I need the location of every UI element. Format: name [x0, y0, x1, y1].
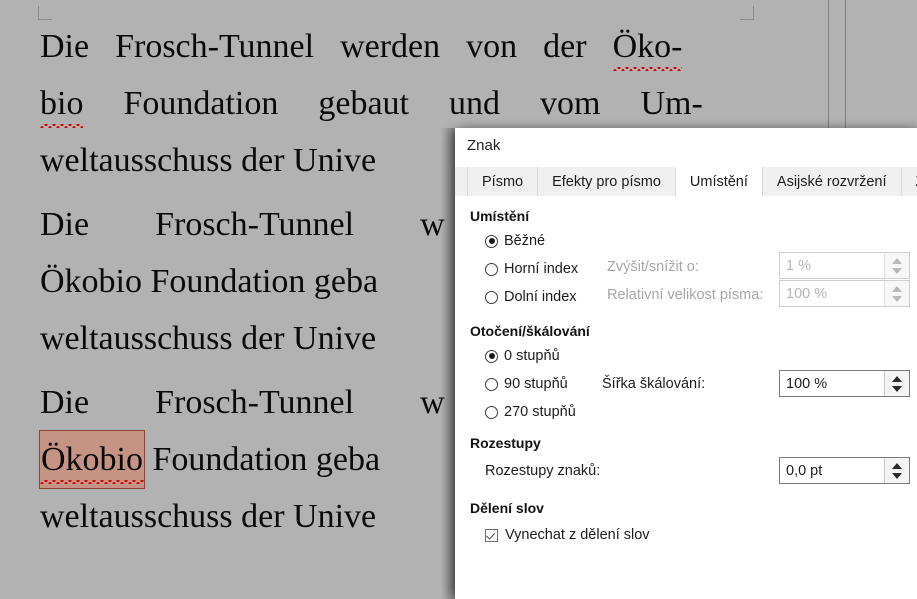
text-run: w: [420, 206, 445, 243]
group-title-hyphenation: Dělení slov: [470, 500, 544, 516]
label-raise-lower: Zvýšit/snížit o:: [607, 259, 699, 275]
checkbox-vynechat-z-deleni-slov[interactable]: Vynechat z dělení slov: [485, 527, 650, 543]
spinner-down-icon[interactable]: [885, 266, 909, 279]
dialog-titlebar[interactable]: Znak: [455, 128, 917, 167]
selected-word-okobio[interactable]: Ökobio: [39, 430, 145, 489]
spinner-buttons: [884, 458, 909, 483]
tab-label: Písmo: [482, 173, 524, 190]
text-run: werden: [340, 28, 441, 65]
text-run: Um-: [640, 85, 703, 122]
radio-label: Dolní index: [504, 289, 577, 305]
label-char-spacing: Rozestupy znaků:: [485, 463, 601, 479]
spinner-up-icon[interactable]: [885, 371, 909, 384]
radio-icon: [485, 377, 498, 391]
spinner-up-icon[interactable]: [885, 281, 909, 294]
radio-270-stupnu[interactable]: 270 stupňů: [485, 404, 576, 420]
label-relative-size: Relativní velikost písma:: [607, 287, 764, 303]
radio-icon: [485, 290, 498, 304]
group-title-rotation: Otočení/škálování: [470, 323, 590, 339]
text-run: Frosch-Tunnel: [115, 28, 315, 65]
paragraph-1-line-2: bio Foundation gebaut und vom Um-: [40, 75, 830, 132]
spinner-raise-lower[interactable]: 1 %: [779, 252, 910, 279]
spinner-value[interactable]: 100 %: [780, 281, 884, 306]
paragraph-1-line-1: Die Frosch-Tunnel werden von der Öko-: [40, 18, 830, 75]
radio-icon: [485, 349, 498, 363]
misspelled-word: bio: [40, 75, 84, 132]
spinner-buttons: [884, 371, 909, 396]
checkbox-icon: [485, 528, 498, 542]
spinner-value[interactable]: 100 %: [780, 371, 884, 396]
text-run: geba: [315, 441, 381, 478]
radio-bezne[interactable]: Běžné: [485, 233, 545, 249]
group-title-position: Umístění: [470, 208, 530, 224]
tab-label: Asijské rozvržení: [776, 173, 887, 190]
tab-label: Umístění: [689, 173, 748, 190]
radio-label: Horní index: [504, 261, 579, 277]
tab-zvyrazneni[interactable]: Zvýraz: [901, 167, 917, 196]
text-run: geba: [313, 263, 379, 300]
text-run: Frosch-Tunnel: [155, 384, 355, 421]
spinner-char-spacing[interactable]: 0,0 pt: [779, 457, 910, 484]
spinner-down-icon[interactable]: [885, 384, 909, 397]
text-run: der: [543, 28, 587, 65]
radio-dolni-index[interactable]: Dolní index: [485, 289, 577, 305]
spinner-value[interactable]: 1 %: [780, 253, 884, 278]
text-run: von: [466, 28, 518, 65]
text-run: Ökobio: [40, 263, 142, 300]
radio-label: 90 stupňů: [504, 376, 568, 392]
character-dialog: Znak Písmo Efekty pro písmo Umístění Asi…: [455, 128, 917, 599]
tab-label: Efekty pro písmo: [552, 173, 661, 190]
radio-label: 270 stupňů: [504, 404, 576, 420]
radio-icon: [485, 234, 498, 248]
spinner-value[interactable]: 0,0 pt: [780, 458, 884, 483]
spinner-down-icon[interactable]: [885, 294, 909, 307]
screen: Die Frosch-Tunnel werden von der Öko- bio Foun…: [0, 0, 917, 599]
text-run: Foundation: [152, 441, 308, 478]
text-run: und: [449, 85, 500, 122]
text-run: Foundation: [150, 263, 306, 300]
checkbox-label: Vynechat z dělení slov: [505, 527, 650, 543]
spinner-up-icon[interactable]: [885, 458, 909, 471]
tab-efekty-pro-pismo[interactable]: Efekty pro písmo: [538, 167, 676, 196]
spinner-down-icon[interactable]: [885, 471, 909, 484]
spinner-relative-size[interactable]: 100 %: [779, 280, 910, 307]
tab-pismo[interactable]: Písmo: [467, 167, 539, 196]
group-title-spacing: Rozestupy: [470, 435, 541, 451]
text-run: Die: [40, 206, 90, 243]
radio-icon: [485, 262, 498, 276]
text-run: gebaut: [318, 85, 409, 122]
dialog-title: Znak: [467, 137, 501, 154]
text-run: Die: [40, 28, 90, 65]
tab-panel-umisteni: Umístění Běžné Horní index Dolní index Z…: [455, 197, 917, 598]
spinner-buttons: [884, 253, 909, 278]
radio-90-stupnu[interactable]: 90 stupňů: [485, 376, 568, 392]
text-run: w: [420, 384, 445, 421]
misspelled-word: Öko-: [612, 18, 682, 75]
text-run: Frosch-Tunnel: [155, 206, 355, 243]
spinner-scale-width[interactable]: 100 %: [779, 370, 910, 397]
tab-umisteni[interactable]: Umístění: [675, 167, 763, 196]
radio-horni-index[interactable]: Horní index: [485, 261, 578, 277]
label-scale-width: Šířka škálování:: [602, 376, 706, 392]
radio-label: Běžné: [504, 233, 546, 249]
tab-asijske-rozvrzeni[interactable]: Asijské rozvržení: [762, 167, 902, 196]
spinner-up-icon[interactable]: [885, 253, 909, 266]
spinner-buttons: [884, 281, 909, 306]
text-run: Foundation: [123, 85, 279, 122]
radio-icon: [485, 405, 498, 419]
text-run: Die: [40, 384, 90, 421]
radio-0-stupnu[interactable]: 0 stupňů: [485, 348, 560, 364]
text-run: vom: [540, 85, 601, 122]
radio-label: 0 stupňů: [504, 348, 560, 364]
dialog-tabstrip: Písmo Efekty pro písmo Umístění Asijské …: [455, 167, 917, 197]
